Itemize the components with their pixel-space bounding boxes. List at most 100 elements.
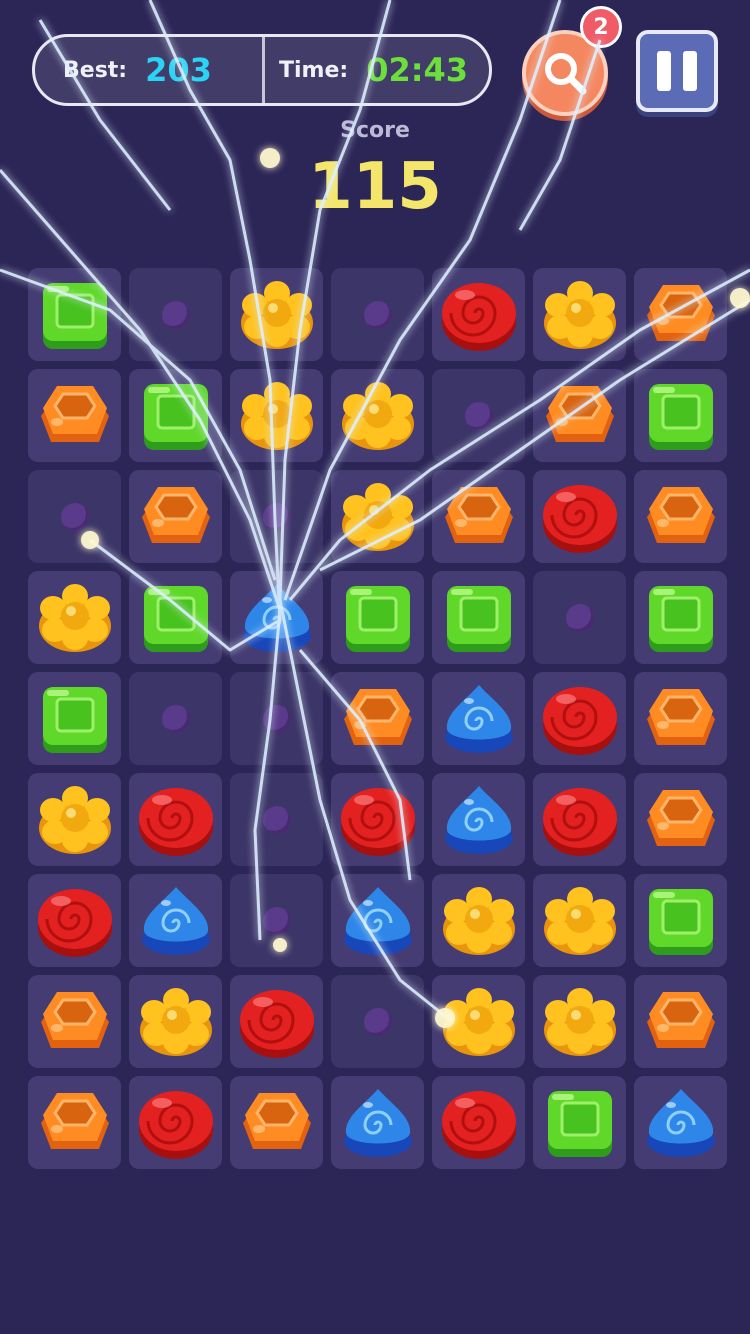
stats-panel: Best: 203 Time: 02:43 (32, 34, 492, 106)
board-cell-r6-c5[interactable] (432, 773, 525, 866)
board-cell-r4-c2[interactable] (129, 571, 222, 664)
red-swirl-candy-icon (540, 477, 620, 557)
board-cell-r5-c7[interactable] (634, 672, 727, 765)
board-cell-r7-c5[interactable] (432, 874, 525, 967)
empty-slot-marker (161, 300, 190, 329)
board-cell-r4-c1[interactable] (28, 571, 121, 664)
board-cell-r9-c3[interactable] (230, 1076, 323, 1169)
board-cell-r3-c3[interactable] (230, 470, 323, 563)
best-score-section: Best: 203 (35, 37, 262, 103)
board-cell-r9-c7[interactable] (634, 1076, 727, 1169)
pause-icon (657, 51, 671, 91)
board-cell-r5-c5[interactable] (432, 672, 525, 765)
board-cell-r2-c5[interactable] (432, 369, 525, 462)
board-cell-r1-c3[interactable] (230, 268, 323, 361)
green-square-candy-icon (540, 1083, 620, 1163)
board-cell-r8-c5[interactable] (432, 975, 525, 1068)
board-cell-r7-c3[interactable] (230, 874, 323, 967)
board-cell-r8-c2[interactable] (129, 975, 222, 1068)
board-cell-r5-c2[interactable] (129, 672, 222, 765)
orange-hexagon-candy-icon (641, 780, 721, 860)
board-cell-r7-c7[interactable] (634, 874, 727, 967)
orange-hexagon-candy-icon (641, 679, 721, 759)
board-cell-r8-c7[interactable] (634, 975, 727, 1068)
board-cell-r5-c3[interactable] (230, 672, 323, 765)
board-cell-r5-c6[interactable] (533, 672, 626, 765)
board-cell-r3-c7[interactable] (634, 470, 727, 563)
blue-drop-candy-icon (338, 881, 418, 961)
board-cell-r7-c2[interactable] (129, 874, 222, 967)
red-swirl-candy-icon (136, 1083, 216, 1163)
board-cell-r9-c2[interactable] (129, 1076, 222, 1169)
board-cell-r7-c6[interactable] (533, 874, 626, 967)
board-cell-r2-c1[interactable] (28, 369, 121, 462)
red-swirl-candy-icon (439, 1083, 519, 1163)
green-square-candy-icon (35, 275, 115, 355)
empty-slot-marker (363, 1007, 392, 1036)
empty-slot-marker (161, 704, 190, 733)
empty-slot-marker (60, 502, 89, 531)
board-cell-r1-c5[interactable] (432, 268, 525, 361)
yellow-flower-candy-icon (237, 275, 317, 355)
board-cell-r8-c6[interactable] (533, 975, 626, 1068)
board-cell-r5-c4[interactable] (331, 672, 424, 765)
board-cell-r1-c2[interactable] (129, 268, 222, 361)
game-board (28, 268, 727, 1169)
orange-hexagon-candy-icon (641, 477, 721, 557)
green-square-candy-icon (641, 376, 721, 456)
board-cell-r4-c4[interactable] (331, 571, 424, 664)
board-cell-r2-c3[interactable] (230, 369, 323, 462)
board-cell-r9-c5[interactable] (432, 1076, 525, 1169)
board-cell-r4-c6[interactable] (533, 571, 626, 664)
board-cell-r9-c6[interactable] (533, 1076, 626, 1169)
board-cell-r2-c6[interactable] (533, 369, 626, 462)
board-cell-r1-c6[interactable] (533, 268, 626, 361)
score-value: 115 (308, 150, 442, 224)
board-cell-r3-c6[interactable] (533, 470, 626, 563)
blue-drop-candy-icon (136, 881, 216, 961)
orange-hexagon-candy-icon (136, 477, 216, 557)
board-cell-r3-c4[interactable] (331, 470, 424, 563)
yellow-flower-candy-icon (338, 376, 418, 456)
board-cell-r4-c7[interactable] (634, 571, 727, 664)
board-cell-r6-c4[interactable] (331, 773, 424, 866)
board-cell-r4-c5[interactable] (432, 571, 525, 664)
orange-hexagon-candy-icon (35, 1083, 115, 1163)
board-cell-r1-c4[interactable] (331, 268, 424, 361)
time-value: 02:43 (366, 51, 469, 89)
board-cell-r8-c3[interactable] (230, 975, 323, 1068)
red-swirl-candy-icon (338, 780, 418, 860)
yellow-flower-candy-icon (540, 982, 620, 1062)
board-cell-r9-c4[interactable] (331, 1076, 424, 1169)
board-cell-r2-c7[interactable] (634, 369, 727, 462)
board-cell-r9-c1[interactable] (28, 1076, 121, 1169)
green-square-candy-icon (35, 679, 115, 759)
board-cell-r3-c1[interactable] (28, 470, 121, 563)
blue-drop-candy-icon (237, 578, 317, 658)
best-label: Best: (63, 57, 128, 83)
board-cell-r1-c1[interactable] (28, 268, 121, 361)
board-cell-r1-c7[interactable] (634, 268, 727, 361)
board-cell-r2-c2[interactable] (129, 369, 222, 462)
empty-slot-marker (363, 300, 392, 329)
board-cell-r8-c4[interactable] (331, 975, 424, 1068)
board-cell-r6-c7[interactable] (634, 773, 727, 866)
timer-section: Time: 02:43 (262, 37, 489, 103)
pause-button[interactable] (636, 30, 718, 112)
board-cell-r3-c2[interactable] (129, 470, 222, 563)
board-cell-r6-c3[interactable] (230, 773, 323, 866)
board-cell-r3-c5[interactable] (432, 470, 525, 563)
board-cell-r6-c2[interactable] (129, 773, 222, 866)
board-cell-r6-c6[interactable] (533, 773, 626, 866)
board-cell-r7-c4[interactable] (331, 874, 424, 967)
red-swirl-candy-icon (237, 982, 317, 1062)
board-cell-r5-c1[interactable] (28, 672, 121, 765)
board-cell-r8-c1[interactable] (28, 975, 121, 1068)
blue-drop-candy-icon (439, 679, 519, 759)
board-cell-r6-c1[interactable] (28, 773, 121, 866)
yellow-flower-candy-icon (136, 982, 216, 1062)
blue-drop-candy-icon (338, 1083, 418, 1163)
board-cell-r4-c3[interactable] (230, 571, 323, 664)
board-cell-r2-c4[interactable] (331, 369, 424, 462)
board-cell-r7-c1[interactable] (28, 874, 121, 967)
